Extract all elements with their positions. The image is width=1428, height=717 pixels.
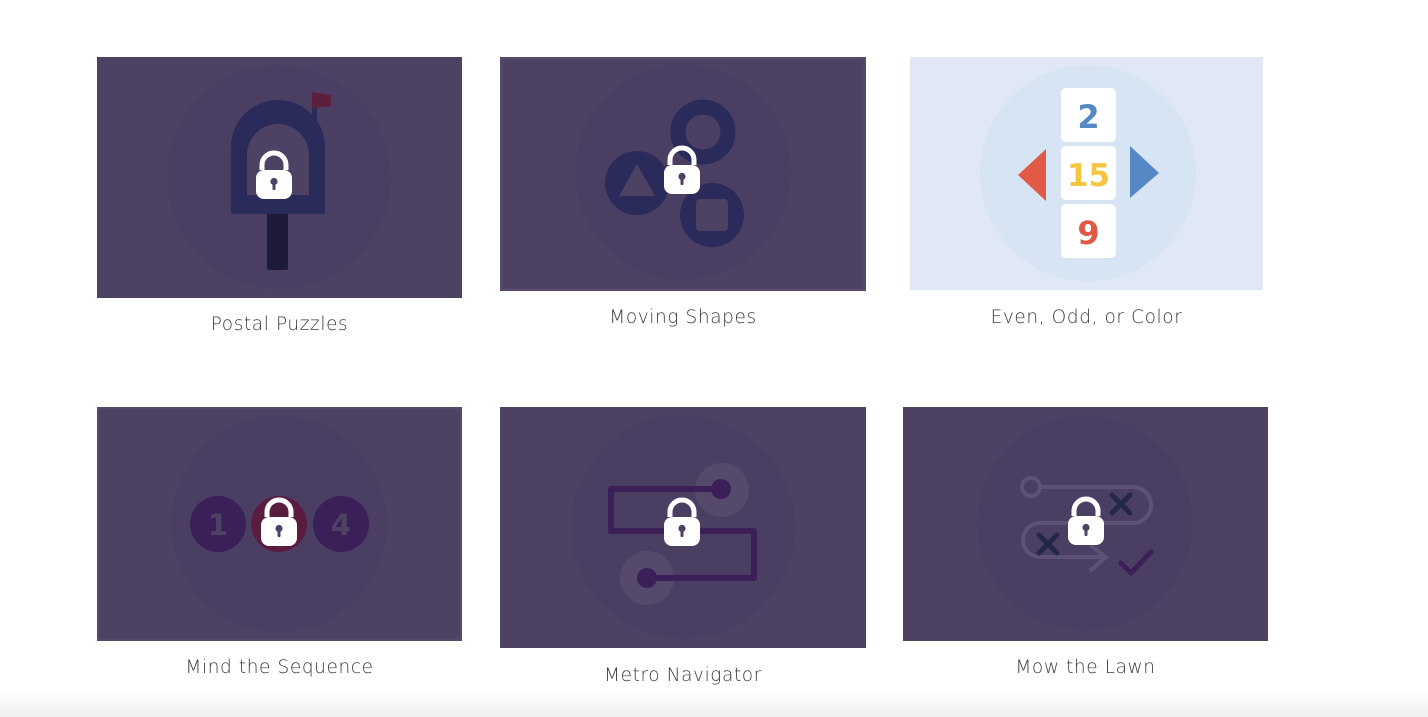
lawn-path-icon [977, 415, 1193, 631]
game-card-mind-the-sequence[interactable]: 1 4 Mind the Sequence [97, 407, 462, 689]
game-card-moving-shapes[interactable]: Moving Shapes [500, 57, 866, 342]
tile-number: 9 [1077, 214, 1099, 252]
game-title: Mow the Lawn [1015, 657, 1156, 678]
sequence-number: 1 [208, 508, 228, 542]
tile-number: 15 [1067, 158, 1110, 194]
game-title: Metro Navigator [604, 665, 762, 686]
number-tiles-icon: 2 15 9 [980, 65, 1196, 281]
game-title: Mind the Sequence [185, 657, 374, 678]
sequence-icon: 1 4 [97, 407, 462, 641]
game-thumbnail [97, 57, 462, 298]
game-thumbnail: 1 4 [97, 407, 462, 641]
game-title: Postal Puzzles [210, 314, 349, 335]
game-card-mow-the-lawn[interactable]: Mow the Lawn [903, 407, 1268, 689]
shapes-icon [500, 57, 866, 291]
sequence-number: 4 [331, 508, 351, 542]
game-card-metro-navigator[interactable]: Metro Navigator [500, 407, 866, 697]
tile-number: 2 [1077, 98, 1099, 136]
game-title: Even, Odd, or Color [990, 307, 1183, 328]
game-thumbnail [500, 407, 866, 648]
game-card-even-odd-or-color[interactable]: 2 15 9 Even, Odd, or Color [910, 57, 1263, 342]
game-thumbnail [903, 407, 1268, 641]
game-thumbnail: 2 15 9 [910, 57, 1263, 290]
metro-route-icon [571, 415, 795, 639]
mailbox-icon [167, 65, 391, 289]
game-title: Moving Shapes [609, 307, 757, 328]
game-thumbnail [500, 57, 866, 291]
game-card-postal-puzzles[interactable]: Postal Puzzles [97, 57, 462, 347]
